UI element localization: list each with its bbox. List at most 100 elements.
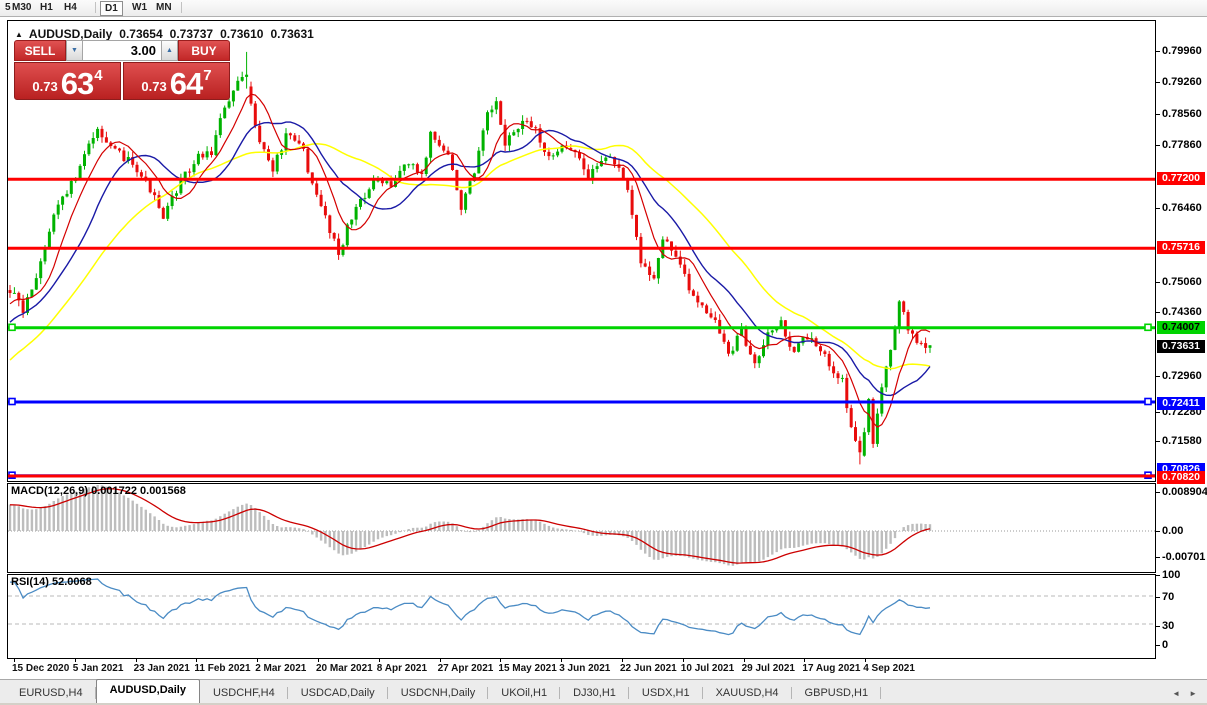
sell-price-base: 0.73 xyxy=(32,79,58,94)
price-axis-label: 0.72960 xyxy=(1156,370,1202,382)
tab-eurusd-h4[interactable]: EURUSD,H4 xyxy=(6,683,96,703)
price-axis-label: 0.79960 xyxy=(1156,45,1202,57)
rsi-line xyxy=(10,578,931,636)
ohlc-low: 0.73610 xyxy=(220,27,264,41)
price-axis-label: 0.76460 xyxy=(1156,202,1202,214)
time-axis-label: 5 Jan 2021 xyxy=(72,663,124,674)
tab-usdchf-h4[interactable]: USDCHF,H4 xyxy=(200,683,288,703)
rsi-pane[interactable]: RSI(14) 52.0068 xyxy=(7,574,1156,659)
timeframe-m30[interactable]: M30 xyxy=(9,1,34,14)
timeframe-toolbar: 5 M30 H1 H4 D1 W1 MN xyxy=(0,0,1207,17)
time-axis-tick xyxy=(804,659,806,662)
time-axis-tick xyxy=(622,659,623,662)
tab-scroll-right-icon[interactable]: ► xyxy=(1189,689,1197,698)
tab-xauusd-h4[interactable]: XAUUSD,H4 xyxy=(703,683,792,703)
symbol-period-label: AUDUSD,Daily xyxy=(28,27,113,41)
time-axis-label: 4 Sep 2021 xyxy=(863,663,915,674)
macd-axis-label: 0.008904 xyxy=(1156,486,1207,498)
time-axis[interactable]: 15 Dec 2020 5 Jan 2021 23 Jan 2021 11 Feb 2… xyxy=(7,659,1156,676)
collapse-panel-icon[interactable]: ▲ xyxy=(15,30,23,39)
sell-price-pips: 63 xyxy=(60,66,94,101)
tab-usdcnh-daily[interactable]: USDCNH,Daily xyxy=(388,683,489,703)
rsi-chart[interactable] xyxy=(8,575,1155,658)
time-axis-label: 10 Jul 2021 xyxy=(680,663,735,674)
price-axis-label: 0.77860 xyxy=(1156,139,1202,151)
tab-scroll-buttons: ◄ ► xyxy=(1163,689,1197,698)
timeframe-d1[interactable]: D1 xyxy=(100,1,123,16)
rsi-axis-label: 70 xyxy=(1155,591,1175,603)
time-axis-tick xyxy=(14,659,15,662)
price-axis-label: 0.71580 xyxy=(1156,435,1202,447)
chevron-up-icon: ▲ xyxy=(166,47,173,54)
sma-fast-line xyxy=(9,93,931,428)
time-axis-label: 11 Feb 2021 xyxy=(194,663,251,674)
chevron-down-icon: ▼ xyxy=(71,47,78,54)
line-anchor-marker xyxy=(1144,323,1152,332)
buy-price-base: 0.73 xyxy=(141,79,167,94)
timeframe-w1[interactable]: W1 xyxy=(129,1,150,14)
tab-dj30-h1[interactable]: DJ30,H1 xyxy=(560,683,629,703)
sell-price-button[interactable]: 0.73 63 4 xyxy=(14,62,121,100)
time-axis-tick xyxy=(682,659,684,662)
rsi-axis-label: 0 xyxy=(1155,639,1169,651)
time-axis-tick xyxy=(865,659,867,662)
time-axis-tick xyxy=(743,659,745,662)
price-axis-badge: 0.77200 xyxy=(1157,172,1205,185)
sma-slow-line xyxy=(9,143,931,370)
volume-input[interactable]: 3.00 xyxy=(83,40,161,61)
line-anchor-marker xyxy=(8,397,16,406)
time-axis-tick xyxy=(74,659,76,662)
buy-button[interactable]: BUY xyxy=(178,40,230,61)
sma-medium-line xyxy=(9,121,931,397)
macd-signal-line xyxy=(9,488,931,564)
time-axis-label: 29 Jul 2021 xyxy=(741,663,795,674)
time-axis-label: 15 Dec 2020 xyxy=(12,663,70,674)
tab-usdcad-daily[interactable]: USDCAD,Daily xyxy=(288,683,388,703)
ohlc-close: 0.73631 xyxy=(270,27,314,41)
price-axis-label: 0.78560 xyxy=(1156,108,1202,120)
macd-pane[interactable]: MACD(12,26,9) 0.001722 0.001568 xyxy=(7,483,1156,573)
time-axis-label: 2 Mar 2021 xyxy=(255,663,307,674)
price-axis-badge: 0.70820 xyxy=(1157,471,1205,484)
tab-usdx-h1[interactable]: USDX,H1 xyxy=(629,683,703,703)
toolbar-separator xyxy=(181,2,182,13)
timeframe-h4[interactable]: H4 xyxy=(61,1,80,14)
ohlc-open: 0.73654 xyxy=(119,27,163,41)
time-axis-label: 3 Jun 2021 xyxy=(559,663,611,674)
line-anchor-marker xyxy=(1144,397,1152,406)
volume-decrease-button[interactable]: ▼ xyxy=(66,40,83,61)
macd-histogram xyxy=(8,485,932,566)
line-anchor-marker xyxy=(8,323,16,332)
price-pane[interactable]: ▲ AUDUSD,Daily 0.73654 0.73737 0.73610 0.7363… xyxy=(7,20,1156,482)
sell-button[interactable]: SELL xyxy=(14,40,66,61)
price-axis[interactable]: 0.79960 0.79260 0.78560 0.77860 0.76460 0.750… xyxy=(1155,0,1207,705)
macd-chart[interactable] xyxy=(8,484,1155,572)
buy-price-button[interactable]: 0.73 64 7 xyxy=(123,62,230,100)
macd-axis-label: -0.00701 xyxy=(1155,551,1206,563)
volume-increase-button[interactable]: ▲ xyxy=(161,40,178,61)
tab-ukoil-h1[interactable]: UKOil,H1 xyxy=(488,683,560,703)
timeframe-h1[interactable]: H1 xyxy=(37,1,56,14)
one-click-trade-panel: SELL ▼ 3.00 ▲ BUY 0.73 63 4 0.73 64 7 xyxy=(14,40,230,100)
macd-label: MACD(12,26,9) 0.001722 0.001568 xyxy=(11,485,186,497)
tab-scroll-left-icon[interactable]: ◄ xyxy=(1172,689,1180,698)
buy-price-fraction: 7 xyxy=(203,67,212,84)
time-axis-tick xyxy=(257,659,259,662)
toolbar-separator xyxy=(95,2,96,13)
time-axis-tick xyxy=(196,659,198,662)
tab-audusd-daily[interactable]: AUDUSD,Daily xyxy=(95,679,200,703)
time-axis-label: 17 Aug 2021 xyxy=(802,663,861,674)
price-axis-badge: 0.73631 xyxy=(1157,340,1205,353)
chart-title: ▲ AUDUSD,Daily 0.73654 0.73737 0.73610 0.7363… xyxy=(15,27,314,41)
time-axis-tick xyxy=(318,659,319,662)
price-axis-badge: 0.72411 xyxy=(1157,397,1205,410)
tab-gbpusd-h1[interactable]: GBPUSD,H1 xyxy=(792,683,882,703)
time-axis-label: 22 Jun 2021 xyxy=(620,663,677,674)
price-axis-badge: 0.75716 xyxy=(1157,241,1205,254)
time-axis-tick xyxy=(561,659,563,662)
buy-price-pips: 64 xyxy=(169,66,203,101)
time-axis-label: 27 Apr 2021 xyxy=(437,663,494,674)
time-axis-label: 8 Apr 2021 xyxy=(376,663,428,674)
timeframe-mn[interactable]: MN xyxy=(153,1,175,14)
sell-price-fraction: 4 xyxy=(94,67,103,84)
